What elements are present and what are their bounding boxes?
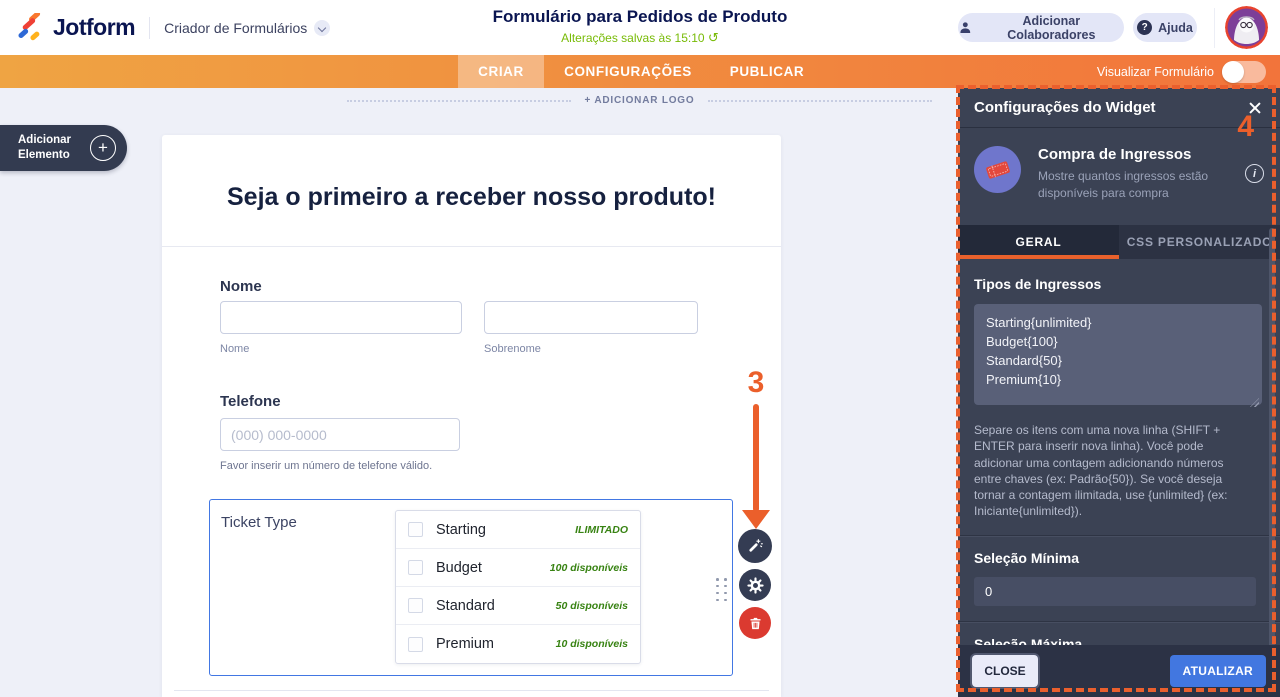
ticket-types-textarea[interactable]: Starting{unlimited} Budget{100} Standard… bbox=[974, 304, 1262, 405]
add-logo-button[interactable]: + ADICIONAR LOGO bbox=[585, 95, 695, 106]
avatar[interactable] bbox=[1225, 6, 1268, 49]
phone-input[interactable] bbox=[220, 418, 460, 451]
save-status: Alterações salvas às 15:10 ↺ bbox=[400, 30, 880, 46]
close-button[interactable]: CLOSE bbox=[972, 655, 1038, 687]
min-selection-label: Seleção Mínima bbox=[974, 550, 1264, 566]
widget-meta: Compra de Ingressos Mostre quantos ingre… bbox=[974, 146, 1264, 203]
update-button[interactable]: ATUALIZAR bbox=[1170, 655, 1266, 687]
tab-criar[interactable]: CRIAR bbox=[458, 55, 544, 88]
jotform-wordmark[interactable]: Jotform bbox=[53, 14, 135, 41]
info-icon[interactable]: i bbox=[1245, 164, 1264, 183]
builder-switcher[interactable]: Criador de Formulários bbox=[164, 20, 330, 36]
tab-geral[interactable]: GERAL bbox=[958, 225, 1119, 259]
ticket-row: Premium 10 disponíveis bbox=[396, 625, 640, 663]
widget-description: Mostre quantos ingressos estão disponíve… bbox=[1038, 168, 1213, 203]
tab-configuracoes[interactable]: CONFIGURAÇÕES bbox=[544, 55, 712, 88]
builder-label: Criador de Formulários bbox=[164, 20, 307, 36]
ticket-icon bbox=[974, 146, 1021, 193]
name-field-label[interactable]: Nome bbox=[220, 278, 262, 295]
divider bbox=[162, 246, 781, 247]
first-name-input[interactable] bbox=[220, 301, 462, 334]
min-selection-input[interactable] bbox=[974, 577, 1256, 606]
add-logo-row: + ADICIONAR LOGO bbox=[347, 95, 932, 106]
last-name-sublabel: Sobrenome bbox=[484, 343, 541, 355]
header-divider bbox=[149, 17, 150, 39]
panel-scrollbar[interactable] bbox=[1269, 228, 1275, 688]
ticket-row: Budget 100 disponíveis bbox=[396, 549, 640, 587]
delete-widget-button[interactable] bbox=[739, 607, 771, 639]
ticket-name: Premium bbox=[436, 636, 494, 652]
panel-title: Configurações do Widget bbox=[974, 99, 1156, 116]
first-name-sublabel: Nome bbox=[220, 343, 249, 355]
widget-settings-wand-button[interactable] bbox=[738, 529, 772, 563]
panel-header: Configurações do Widget bbox=[958, 88, 1280, 128]
checkbox[interactable] bbox=[408, 522, 423, 537]
dashed-line bbox=[708, 100, 932, 102]
preview-form-label: Visualizar Formulário bbox=[1097, 65, 1214, 79]
gear-icon bbox=[747, 577, 764, 594]
checkbox[interactable] bbox=[408, 560, 423, 575]
toggle-knob bbox=[1222, 61, 1244, 83]
chevron-down-icon bbox=[314, 20, 330, 36]
header-divider bbox=[1214, 8, 1215, 48]
ticket-widget-selected[interactable]: Ticket Type Starting ILIMITADO Budget 10… bbox=[209, 499, 733, 676]
ticket-name: Starting bbox=[436, 522, 486, 538]
tab-publicar[interactable]: PUBLICAR bbox=[712, 55, 822, 88]
ticket-row: Starting ILIMITADO bbox=[396, 511, 640, 549]
ticket-types-help-text: Separe os itens com uma nova linha (SHIF… bbox=[958, 410, 1264, 520]
ticket-availability: 100 disponíveis bbox=[550, 562, 628, 574]
builder-nav: CRIAR CONFIGURAÇÕES PUBLICAR Visualizar … bbox=[0, 55, 1280, 88]
widget-settings-panel: Configurações do Widget 4 Compra de Ingr… bbox=[958, 88, 1280, 697]
drag-handle-icon[interactable] bbox=[716, 578, 729, 602]
add-collaborators-button[interactable]: Adicionar Colaboradores bbox=[958, 13, 1124, 42]
ticket-row: Standard 50 disponíveis bbox=[396, 587, 640, 625]
panel-footer: CLOSE ATUALIZAR bbox=[958, 645, 1280, 697]
ticket-name: Budget bbox=[436, 560, 482, 576]
magic-wand-icon bbox=[746, 537, 764, 555]
annotation-number-4: 4 bbox=[1237, 110, 1254, 144]
dashed-line bbox=[347, 100, 571, 102]
question-icon: ? bbox=[1137, 20, 1152, 35]
ticket-types-label: Tipos de Ingressos bbox=[974, 276, 1264, 292]
ticket-availability: 10 disponíveis bbox=[556, 638, 628, 650]
page-title[interactable]: Formulário para Pedidos de Produto bbox=[400, 7, 880, 27]
checkbox[interactable] bbox=[408, 637, 423, 652]
trash-icon bbox=[748, 616, 763, 631]
revision-history-icon[interactable]: ↺ bbox=[708, 30, 719, 45]
ticket-options-list: Starting ILIMITADO Budget 100 disponívei… bbox=[395, 510, 641, 664]
ticket-widget-label[interactable]: Ticket Type bbox=[221, 514, 297, 531]
panel-content: Tipos de Ingressos Starting{unlimited} B… bbox=[958, 259, 1280, 652]
jotform-logo-icon[interactable] bbox=[16, 13, 46, 43]
top-header: Jotform Criador de Formulários Formulári… bbox=[0, 0, 1280, 55]
jotform-form-builder: Jotform Criador de Formulários Formulári… bbox=[0, 0, 1280, 697]
form-card: Seja o primeiro a receber nosso produto!… bbox=[162, 135, 781, 697]
ticket-availability: 50 disponíveis bbox=[556, 600, 628, 612]
form-heading[interactable]: Seja o primeiro a receber nosso produto! bbox=[162, 183, 781, 212]
panel-tabs: GERAL CSS PERSONALIZADO bbox=[958, 225, 1280, 259]
add-element-button[interactable]: Adicionar Elemento + bbox=[0, 125, 127, 171]
phone-field-label[interactable]: Telefone bbox=[220, 393, 281, 410]
widget-name: Compra de Ingressos bbox=[1038, 146, 1213, 163]
last-name-input[interactable] bbox=[484, 301, 698, 334]
phone-helper-text: Favor inserir um número de telefone váli… bbox=[220, 460, 432, 472]
plus-icon: + bbox=[90, 135, 116, 161]
divider bbox=[174, 690, 769, 691]
help-button[interactable]: ? Ajuda bbox=[1133, 13, 1197, 42]
checkbox[interactable] bbox=[408, 598, 423, 613]
ticket-availability: ILIMITADO bbox=[575, 524, 628, 536]
ticket-name: Standard bbox=[436, 598, 495, 614]
user-icon bbox=[958, 20, 973, 35]
preview-form-toggle[interactable] bbox=[1222, 61, 1266, 83]
tab-css-personalizado[interactable]: CSS PERSONALIZADO bbox=[1119, 225, 1280, 259]
widget-properties-button[interactable] bbox=[739, 569, 771, 601]
